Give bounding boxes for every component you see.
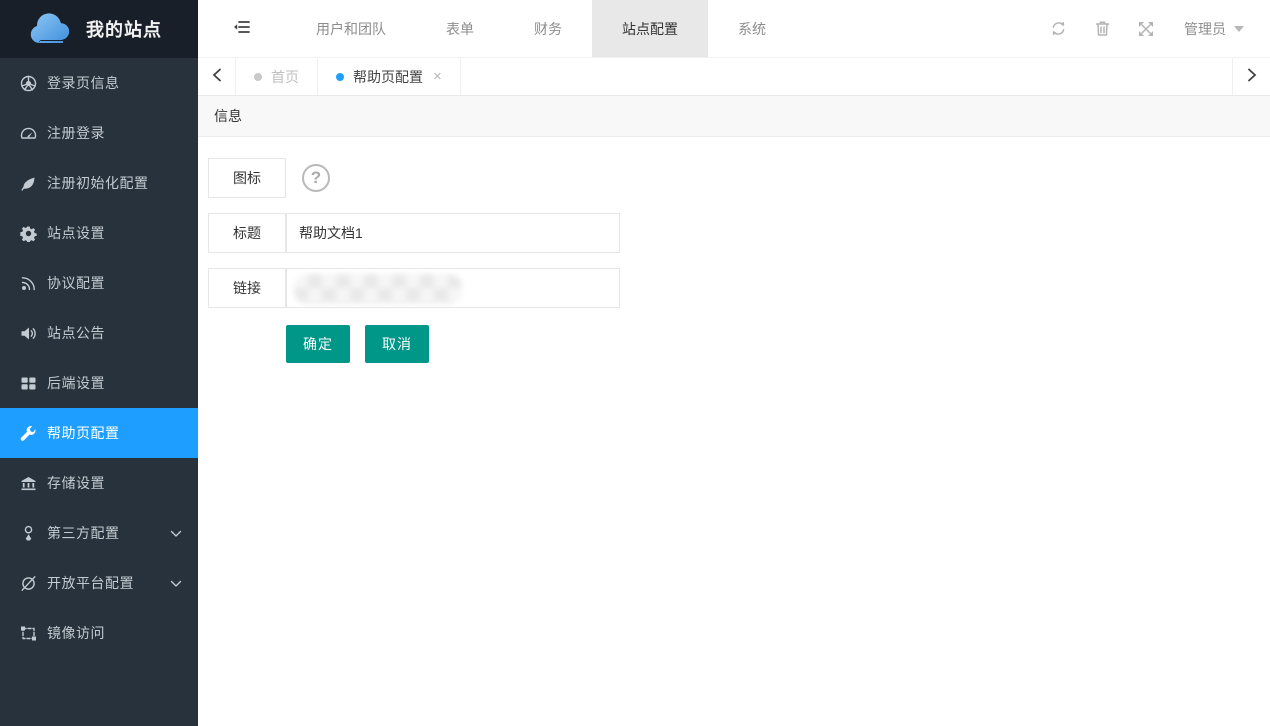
sidebar-item-label: 协议配置 [47, 273, 105, 293]
cancel-button[interactable]: 取消 [365, 325, 429, 363]
question-circle-icon[interactable]: ? [302, 164, 330, 192]
object-group-icon [20, 625, 37, 642]
panel-title: 信息 [214, 106, 242, 126]
sidebar-item-label: 登录页信息 [47, 73, 120, 93]
cloud-icon [28, 12, 74, 46]
sidebar-item-label: 后端设置 [47, 373, 105, 393]
nav-item-label: 财务 [534, 19, 562, 39]
sidebar-item-open-platform-config[interactable]: 开放平台配置 [0, 558, 198, 608]
link-row: 链接 [208, 268, 1270, 308]
title-row: 标题 [208, 213, 1270, 253]
nav-item-label: 用户和团队 [316, 19, 386, 39]
sidebar-item-register-init-config[interactable]: 注册初始化配置 [0, 158, 198, 208]
chevron-right-icon [1247, 68, 1257, 85]
link-input-wrap [286, 268, 620, 308]
caret-down-icon [1234, 26, 1244, 32]
sidebar-menu: 登录页信息 注册登录 注册初始化配置 [0, 58, 198, 726]
sidebar-item-label: 注册登录 [47, 123, 105, 143]
nav-item-finance[interactable]: 财务 [504, 0, 592, 57]
form-actions: 确定 取消 [286, 325, 1270, 363]
icon-row: 图标 ? [208, 158, 1270, 198]
tab-label: 帮助页配置 [353, 67, 423, 87]
sidebar-item-label: 注册初始化配置 [47, 173, 149, 193]
icon-field-label: 图标 [208, 158, 286, 198]
top-nav: 用户和团队 表单 财务 站点配置 系统 [286, 0, 796, 57]
nav-item-users-teams[interactable]: 用户和团队 [286, 0, 416, 57]
wrench-icon [20, 425, 37, 442]
confirm-button[interactable]: 确定 [286, 325, 350, 363]
nav-item-site-config[interactable]: 站点配置 [592, 0, 708, 57]
tab-status-dot [254, 73, 262, 81]
tab-label: 首页 [271, 67, 299, 87]
nav-item-system[interactable]: 系统 [708, 0, 796, 57]
sidebar-item-register-login[interactable]: 注册登录 [0, 108, 198, 158]
title-input[interactable] [287, 214, 619, 252]
sidebar-item-third-party-config[interactable]: 第三方配置 [0, 508, 198, 558]
nav-item-label: 表单 [446, 19, 474, 39]
main-column: 用户和团队 表单 财务 站点配置 系统 [198, 0, 1270, 726]
tab-home[interactable]: 首页 [236, 58, 318, 95]
tab-help-page-config[interactable]: 帮助页配置 × [318, 58, 461, 95]
tab-close-icon[interactable]: × [433, 69, 442, 84]
person-icon [20, 525, 37, 542]
tab-status-dot [336, 73, 344, 81]
grid-icon [20, 375, 37, 392]
sidebar-item-label: 站点设置 [47, 223, 105, 243]
link-field-label: 链接 [208, 268, 286, 308]
sidebar: 我的站点 登录页信息 [0, 0, 198, 726]
leaf-icon [20, 175, 37, 192]
user-menu[interactable]: 管理员 [1184, 19, 1244, 39]
content-panel: 信息 图标 ? 标题 链接 [198, 96, 1270, 726]
refresh-icon[interactable] [1036, 20, 1080, 37]
circle-slash-icon [20, 575, 37, 592]
bank-icon [20, 475, 37, 492]
tabs-scroll-right-button[interactable] [1232, 58, 1270, 95]
sidebar-collapse-icon [233, 19, 251, 38]
sidebar-item-label: 开放平台配置 [47, 573, 134, 593]
sidebar-item-label: 站点公告 [47, 323, 105, 343]
sidebar-item-label: 存储设置 [47, 473, 105, 493]
nav-item-label: 站点配置 [622, 19, 678, 39]
title-field-label: 标题 [208, 213, 286, 253]
tachometer-icon [20, 125, 37, 142]
sidebar-item-label: 镜像访问 [47, 623, 105, 643]
tab-bar: 首页 帮助页配置 × [198, 58, 1270, 96]
sidebar-collapse-button[interactable] [198, 0, 286, 57]
top-header: 用户和团队 表单 财务 站点配置 系统 [198, 0, 1270, 58]
username: 管理员 [1184, 19, 1226, 39]
sidebar-item-site-announcement[interactable]: 站点公告 [0, 308, 198, 358]
sidebar-item-label: 帮助页配置 [47, 423, 120, 443]
sidebar-item-agreement-config[interactable]: 协议配置 [0, 258, 198, 308]
app-window: 我的站点 登录页信息 [0, 0, 1270, 726]
nav-item-label: 系统 [738, 19, 766, 39]
sidebar-item-mirror-access[interactable]: 镜像访问 [0, 608, 198, 658]
chevron-left-icon [212, 68, 222, 85]
brand-title: 我的站点 [86, 16, 162, 42]
gear-icon [20, 225, 37, 242]
sidebar-item-storage-settings[interactable]: 存储设置 [0, 458, 198, 508]
chevron-down-icon [170, 575, 182, 591]
tabs-scroll-left-button[interactable] [198, 58, 236, 95]
sidebar-item-help-page-config[interactable]: 帮助页配置 [0, 408, 198, 458]
sidebar-item-login-page-info[interactable]: 登录页信息 [0, 58, 198, 108]
rss-icon [20, 275, 37, 292]
nav-item-forms[interactable]: 表单 [416, 0, 504, 57]
panel-header: 信息 [198, 96, 1270, 137]
fullscreen-icon[interactable] [1124, 21, 1168, 37]
chevron-down-icon [170, 525, 182, 541]
sidebar-item-backend-settings[interactable]: 后端设置 [0, 358, 198, 408]
speaker-icon [20, 325, 37, 342]
help-page-form: 图标 ? 标题 链接 确定 [198, 137, 1270, 363]
header-actions: 管理员 [1036, 0, 1270, 57]
sidebar-item-label: 第三方配置 [47, 523, 120, 543]
trash-icon[interactable] [1080, 20, 1124, 37]
sidebar-item-site-settings[interactable]: 站点设置 [0, 208, 198, 258]
title-input-wrap [286, 213, 620, 253]
life-ring-icon [20, 75, 37, 92]
censored-link-value [294, 274, 462, 304]
brand-logo[interactable]: 我的站点 [0, 0, 198, 58]
